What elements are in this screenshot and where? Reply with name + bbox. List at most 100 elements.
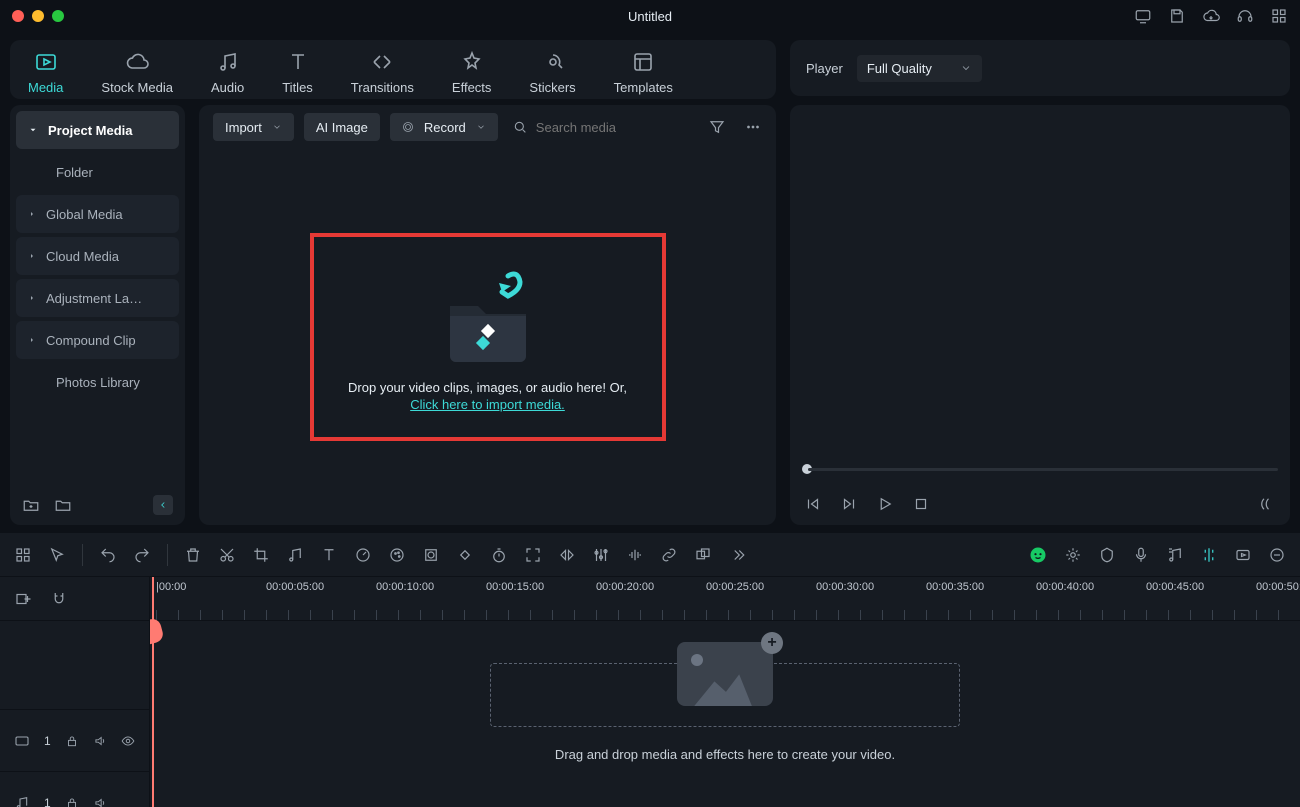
timeline-tracks-area[interactable]: |00:0000:00:05:0000:00:10:0000:00:15:000… xyxy=(150,577,1300,807)
marker-icon[interactable] xyxy=(1098,546,1116,564)
playhead[interactable] xyxy=(152,577,154,807)
audio-mixer-icon[interactable] xyxy=(1166,546,1184,564)
player-scrubber[interactable] xyxy=(790,455,1290,483)
close-window-button[interactable] xyxy=(12,10,24,22)
maximize-window-button[interactable] xyxy=(52,10,64,22)
tab-media[interactable]: Media xyxy=(28,50,63,95)
next-frame-button[interactable] xyxy=(840,495,858,513)
adjust-icon[interactable] xyxy=(592,546,610,564)
ai-image-button[interactable]: AI Image xyxy=(304,113,380,141)
titles-icon xyxy=(286,50,310,74)
tab-stock-media[interactable]: Stock Media xyxy=(101,50,173,95)
media-dropzone[interactable]: Drop your video clips, images, or audio … xyxy=(199,149,776,525)
display-icon[interactable] xyxy=(1134,7,1152,25)
transitions-icon xyxy=(370,50,394,74)
support-icon[interactable] xyxy=(1236,7,1254,25)
tab-audio[interactable]: Audio xyxy=(211,50,244,95)
new-folder-icon[interactable] xyxy=(22,496,40,514)
play-button[interactable] xyxy=(876,495,894,513)
templates-icon xyxy=(631,50,655,74)
split-icon[interactable] xyxy=(1200,546,1218,564)
import-button[interactable]: Import xyxy=(213,113,294,141)
video-track-header[interactable]: 1 xyxy=(0,709,149,771)
music-icon[interactable] xyxy=(286,546,304,564)
search-input[interactable] xyxy=(536,120,656,135)
stop-button[interactable] xyxy=(912,495,930,513)
text-icon[interactable] xyxy=(320,546,338,564)
ruler-tick: 00:00:45:00 xyxy=(1146,577,1256,620)
sidebar-item-folder[interactable]: Folder xyxy=(16,153,179,191)
group-icon[interactable] xyxy=(694,546,712,564)
tab-stickers[interactable]: Stickers xyxy=(529,50,575,95)
more-icon[interactable] xyxy=(744,118,762,136)
quality-select[interactable]: Full Quality xyxy=(857,55,982,82)
link-icon[interactable] xyxy=(660,546,678,564)
speed-icon[interactable] xyxy=(354,546,372,564)
stock-media-icon xyxy=(125,50,149,74)
player-canvas[interactable] xyxy=(790,105,1290,455)
cloud-icon[interactable] xyxy=(1202,7,1220,25)
add-clip-button[interactable]: + xyxy=(761,632,783,654)
keyframe-icon[interactable] xyxy=(456,546,474,564)
player-settings-icon[interactable] xyxy=(1258,495,1276,513)
ai-face-icon[interactable] xyxy=(1028,545,1048,565)
sidebar-item-global-media[interactable]: Global Media xyxy=(16,195,179,233)
record-icon xyxy=(402,121,414,133)
timeline-ruler[interactable]: |00:0000:00:05:0000:00:10:0000:00:15:000… xyxy=(150,577,1300,621)
layout-icon[interactable] xyxy=(14,546,32,564)
apps-icon[interactable] xyxy=(1270,7,1288,25)
placeholder-clip[interactable]: + xyxy=(677,642,773,706)
filter-icon[interactable] xyxy=(708,118,726,136)
open-folder-icon[interactable] xyxy=(54,496,72,514)
zoom-out-icon[interactable] xyxy=(1268,546,1286,564)
ruler-tick: 00:00:35:00 xyxy=(926,577,1036,620)
sidebar-item-adjustment-layer[interactable]: Adjustment La… xyxy=(16,279,179,317)
render-icon[interactable] xyxy=(1234,546,1252,564)
mute-icon[interactable] xyxy=(93,734,107,748)
save-icon[interactable] xyxy=(1168,7,1186,25)
voiceover-icon[interactable] xyxy=(1132,546,1150,564)
cut-icon[interactable] xyxy=(218,546,236,564)
fit-icon[interactable] xyxy=(524,546,542,564)
timeline-hint: Drag and drop media and effects here to … xyxy=(555,747,895,762)
search-icon xyxy=(512,119,528,135)
import-media-link[interactable]: Click here to import media. xyxy=(410,397,565,412)
delete-icon[interactable] xyxy=(184,546,202,564)
search-media[interactable] xyxy=(512,119,656,135)
crop-icon[interactable] xyxy=(252,546,270,564)
add-track-icon[interactable] xyxy=(14,590,32,608)
audio-track-header[interactable]: 1 xyxy=(0,771,149,807)
mute-icon[interactable] xyxy=(93,796,107,807)
more-tools-icon[interactable] xyxy=(728,546,746,564)
sidebar-item-photos-library[interactable]: Photos Library xyxy=(16,363,179,401)
timeline: 1 1 |00:0000:00:05:0000:00:10:0000:00:15… xyxy=(0,533,1300,807)
audio-wave-icon[interactable] xyxy=(626,546,644,564)
record-button[interactable]: Record xyxy=(390,113,498,141)
undo-icon[interactable] xyxy=(99,546,117,564)
timeline-drop-target[interactable]: + xyxy=(490,663,960,727)
tab-titles[interactable]: Titles xyxy=(282,50,313,95)
effects-wheel-icon[interactable] xyxy=(1064,546,1082,564)
tab-templates[interactable]: Templates xyxy=(614,50,673,95)
player-header: Player Full Quality xyxy=(790,40,1290,96)
prev-frame-button[interactable] xyxy=(804,495,822,513)
caret-right-icon xyxy=(28,252,36,260)
transition-tool-icon[interactable] xyxy=(558,546,576,564)
collapse-sidebar-button[interactable] xyxy=(153,495,173,515)
ruler-tick: 00:00:20:00 xyxy=(596,577,706,620)
sidebar-item-project-media[interactable]: Project Media xyxy=(16,111,179,149)
lock-icon[interactable] xyxy=(65,796,79,807)
minimize-window-button[interactable] xyxy=(32,10,44,22)
sidebar-item-cloud-media[interactable]: Cloud Media xyxy=(16,237,179,275)
tab-effects[interactable]: Effects xyxy=(452,50,492,95)
pointer-icon[interactable] xyxy=(48,546,66,564)
magnet-icon[interactable] xyxy=(50,590,68,608)
mask-icon[interactable] xyxy=(422,546,440,564)
visibility-icon[interactable] xyxy=(121,734,135,748)
tab-transitions[interactable]: Transitions xyxy=(351,50,414,95)
timer-icon[interactable] xyxy=(490,546,508,564)
color-icon[interactable] xyxy=(388,546,406,564)
lock-icon[interactable] xyxy=(65,734,79,748)
redo-icon[interactable] xyxy=(133,546,151,564)
sidebar-item-compound-clip[interactable]: Compound Clip xyxy=(16,321,179,359)
